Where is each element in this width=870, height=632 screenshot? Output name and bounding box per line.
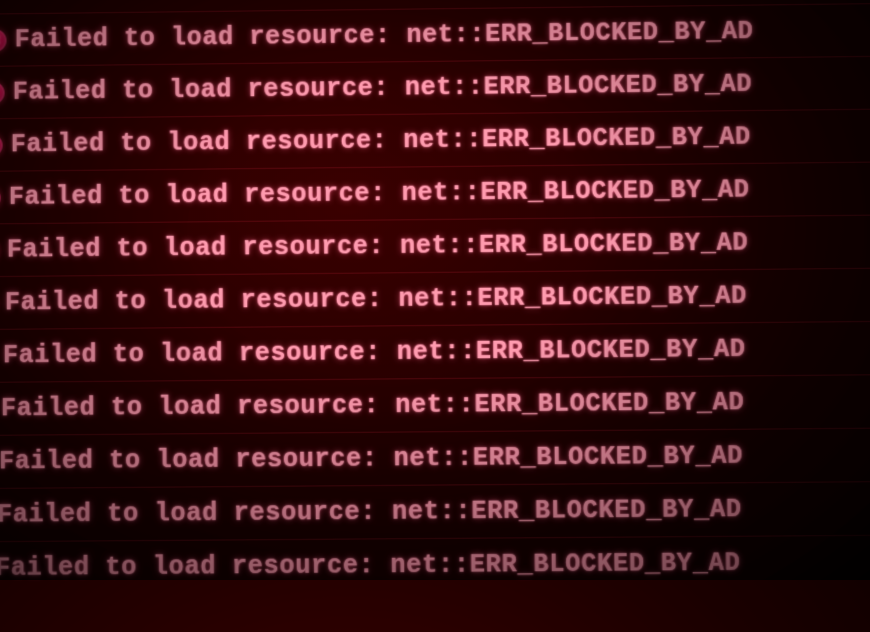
console-row: ✕ Failed to load resource: net::ERR_BLOC… <box>0 534 870 595</box>
console-row: ✕ Failed to load resource: net::ERR_BLOC… <box>0 481 870 542</box>
error-icon-slot: ✕ <box>0 81 13 104</box>
error-icon: ✕ <box>0 134 3 156</box>
console-row: ✕ Failed to load resource: net::ERR_BLOC… <box>0 267 870 329</box>
error-message: Failed to load resource: net::ERR_BLOCKE… <box>7 228 749 265</box>
error-message: Failed to load resource: net::ERR_BLOCKE… <box>0 548 741 583</box>
error-icon: ✕ <box>0 29 7 51</box>
console-error-list: ✕ Failed to load resource: net::ERR_BLOC… <box>0 0 870 632</box>
error-message: Failed to load resource: net::ERR_BLOCKE… <box>13 69 753 107</box>
console-row: ✕ Failed to load resource: net::ERR_BLOC… <box>0 161 870 224</box>
error-message: Failed to load resource: net::ERR_BLOCKE… <box>0 495 742 530</box>
console-row: ✕ Failed to load resource: net::ERR_BLOC… <box>0 427 870 488</box>
error-icon-slot: ✕ <box>0 239 7 262</box>
error-icon: ✕ <box>0 186 1 208</box>
error-icon-slot: ✕ <box>0 29 15 52</box>
error-message: Failed to load resource: net::ERR_BLOCKE… <box>9 175 750 212</box>
error-message: Failed to load resource: net::ERR_BLOCKE… <box>11 122 751 159</box>
x-icon: ✕ <box>0 34 1 47</box>
error-icon: ✕ <box>0 81 5 103</box>
error-message: Failed to load resource: net::ERR_BLOCKE… <box>3 334 746 370</box>
console-row: ✕ Failed to load resource: net::ERR_BLOC… <box>0 55 870 119</box>
console-row: ✕ Failed to load resource: net::ERR_BLOC… <box>0 108 870 171</box>
error-message: Failed to load resource: net::ERR_BLOCKE… <box>15 17 754 55</box>
error-icon-slot: ✕ <box>0 134 11 157</box>
console-row: ✕ Failed to load resource: net::ERR_BLOC… <box>0 214 870 277</box>
error-message: Failed to load resource: net::ERR_BLOCKE… <box>5 281 747 317</box>
error-icon-slot: ✕ <box>0 186 9 209</box>
error-message: Failed to load resource: net::ERR_BLOCKE… <box>1 388 745 424</box>
console-row: ✕ Failed to load resource: net::ERR_BLOC… <box>0 373 870 435</box>
console-row: ✕ Failed to load resource: net::ERR_BLOC… <box>0 320 870 382</box>
error-message: Failed to load resource: net::ERR_BLOCKE… <box>0 441 743 477</box>
